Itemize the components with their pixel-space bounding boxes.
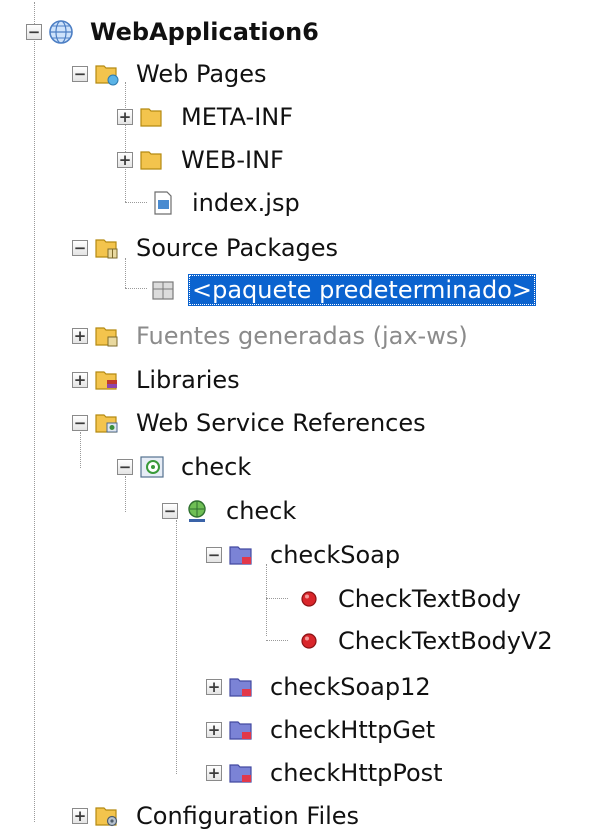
tree-node-label: CheckTextBody [338,585,521,613]
tree-node-service-check[interactable]: − check [117,447,255,487]
expand-toggle[interactable]: + [117,152,133,168]
tree-node-configuration-files[interactable]: + Configuration Files [72,796,363,836]
tree-node-label: CheckTextBodyV2 [338,627,553,655]
web-service-node-icon [184,498,210,524]
expand-toggle[interactable]: + [206,722,222,738]
tree-node-label: checkHttpPost [270,759,443,787]
expand-toggle[interactable]: + [72,372,88,388]
tree-node-label: index.jsp [192,189,300,217]
operation-icon [296,586,322,612]
tree-node-label: Configuration Files [136,802,360,830]
tree-node-label: META-INF [181,103,294,131]
tree-node-label: check [181,453,252,481]
tree-node-libraries[interactable]: + Libraries [72,360,244,400]
collapse-toggle[interactable]: − [26,24,42,40]
tree-node-label: Source Packages [136,234,339,262]
tree-node-web-inf[interactable]: + WEB-INF [117,140,288,180]
tree-node-meta-inf[interactable]: + META-INF [117,97,297,137]
web-pages-folder-icon [94,61,120,87]
tree-node-label: Web Pages [136,60,267,88]
tree-node-default-package[interactable]: <paquete predeterminado> [150,270,537,310]
web-globe-icon [48,19,74,45]
project-tree: − WebApplication6 − Web Pages + META-INF… [0,0,605,834]
source-packages-folder-icon [94,235,120,261]
tree-node-label: Fuentes generadas (jax-ws) [136,322,468,350]
tree-node-operation-check-text-body-v2[interactable]: CheckTextBodyV2 [296,621,557,661]
tree-node-source-packages[interactable]: − Source Packages [72,228,342,268]
tree-node-label: Libraries [136,366,240,394]
tree-node-operation-check-text-body[interactable]: CheckTextBody [296,579,525,619]
tree-node-label: Web Service References [136,409,426,437]
tree-branch-op2 [266,640,288,641]
collapse-toggle[interactable]: − [162,503,178,519]
port-folder-icon [228,760,254,786]
collapse-toggle[interactable]: − [72,240,88,256]
tree-branch-package [125,288,147,289]
configuration-files-folder-icon [94,803,120,829]
tree-node-port-check-soap12[interactable]: + checkSoap12 [206,667,435,707]
tree-node-web-pages[interactable]: − Web Pages [72,54,271,94]
collapse-toggle[interactable]: − [206,547,222,563]
tree-line-root [34,2,35,822]
tree-node-port-check-http-post[interactable]: + checkHttpPost [206,753,447,793]
expand-toggle[interactable]: + [206,679,222,695]
expand-toggle[interactable]: + [72,808,88,824]
web-service-icon [139,454,165,480]
collapse-toggle[interactable]: − [117,459,133,475]
generated-sources-folder-icon [94,323,120,349]
port-folder-icon [228,717,254,743]
tree-node-label: checkSoap [270,541,401,569]
tree-node-label: WEB-INF [181,146,284,174]
tree-node-label: <paquete predeterminado> [188,274,537,306]
tree-line-port-service [176,520,177,774]
folder-icon [139,104,165,130]
libraries-folder-icon [94,367,120,393]
tree-node-ws-references[interactable]: − Web Service References [72,403,430,443]
expand-toggle[interactable]: + [117,109,133,125]
package-icon [150,277,176,303]
tree-node-port-check-http-get[interactable]: + checkHttpGet [206,710,439,750]
expand-toggle[interactable]: + [72,328,88,344]
web-service-references-folder-icon [94,410,120,436]
tree-node-generated-sources[interactable]: + Fuentes generadas (jax-ws) [72,316,472,356]
tree-node-root[interactable]: − WebApplication6 [26,12,323,52]
operation-icon [296,628,322,654]
expand-toggle[interactable]: + [206,765,222,781]
port-folder-icon [228,674,254,700]
tree-branch-index [125,202,147,203]
tree-branch-op1 [266,598,288,599]
collapse-toggle[interactable]: − [72,415,88,431]
port-folder-icon [228,542,254,568]
tree-node-port-check-soap[interactable]: − checkSoap [206,535,404,575]
jsp-file-icon [150,190,176,216]
tree-node-label: WebApplication6 [90,18,319,46]
tree-node-label: check [226,497,297,525]
tree-node-label: checkSoap12 [270,673,431,701]
tree-node-label: checkHttpGet [270,716,436,744]
tree-node-index-jsp[interactable]: index.jsp [150,183,304,223]
collapse-toggle[interactable]: − [72,66,88,82]
folder-icon [139,147,165,173]
tree-node-port-service-check[interactable]: − check [162,491,300,531]
